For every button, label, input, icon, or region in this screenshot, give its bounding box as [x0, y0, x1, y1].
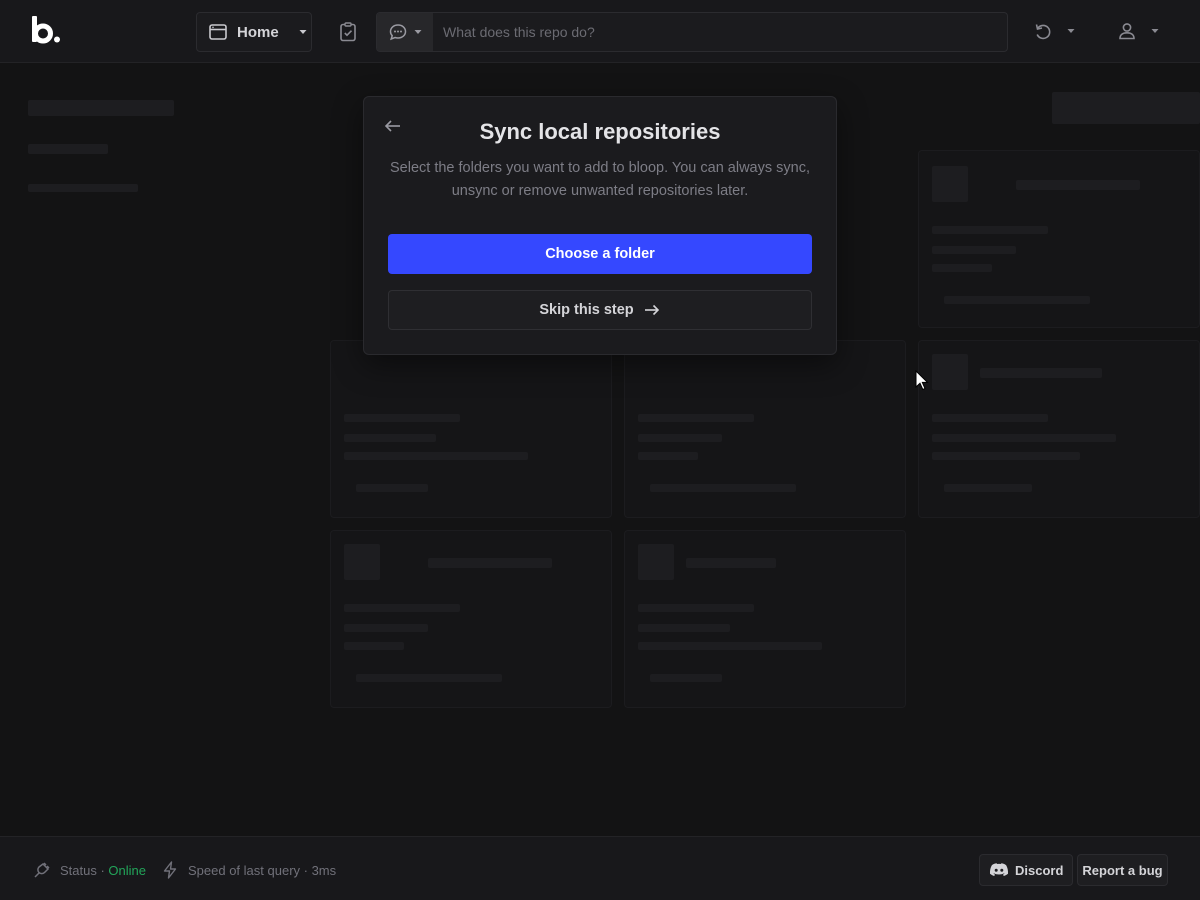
skeleton-bar — [1016, 180, 1140, 190]
skeleton-bar — [638, 434, 722, 442]
caret-down-icon — [413, 27, 423, 37]
plug-icon — [32, 860, 52, 880]
modal-description-line: unsync or remove unwanted repositories l… — [451, 183, 749, 199]
query-speed: Speed of last query · 3ms — [160, 860, 336, 880]
skeleton-bar — [650, 674, 722, 682]
skeleton-bar — [1052, 92, 1200, 124]
home-label: Home — [237, 23, 279, 41]
arrow-right-icon — [643, 301, 661, 319]
status-label: Status · Online — [60, 863, 146, 878]
query-speed-label: Speed of last query · 3ms — [188, 862, 337, 878]
skeleton-bar — [344, 434, 436, 442]
skeleton-bar — [932, 246, 1016, 254]
skeleton-bar — [638, 544, 674, 580]
report-bug-button[interactable]: Report a bug — [1077, 854, 1168, 886]
skeleton-bar — [686, 558, 776, 568]
skeleton-bar — [932, 414, 1048, 422]
discord-label: Discord — [1015, 862, 1064, 878]
skeleton-bar — [28, 100, 174, 116]
skeleton-bar — [638, 414, 754, 422]
skeleton-bar — [344, 604, 460, 612]
skeleton-bar — [944, 484, 1032, 492]
clipboard-check-icon[interactable] — [336, 20, 360, 44]
skeleton-bar — [932, 226, 1048, 234]
skeleton-bar — [932, 354, 968, 390]
status-bar: Status · Online Speed of last query · 3m… — [0, 836, 1200, 900]
bloop-logo[interactable] — [31, 14, 63, 46]
caret-down-icon — [1150, 26, 1160, 36]
discord-button[interactable]: Discord — [979, 854, 1074, 886]
modal-description-line: Select the folders you want to add to bl… — [390, 160, 810, 176]
chat-mode-toggle[interactable] — [377, 13, 433, 51]
modal-description: Select the folders you want to add to bl… — [388, 157, 812, 203]
skeleton-bar — [638, 604, 754, 612]
caret-down-icon — [298, 27, 308, 37]
skeleton-bar — [944, 296, 1090, 304]
home-dropdown[interactable]: Home — [196, 12, 312, 52]
sync-repositories-modal: Sync local repositories Select the folde… — [363, 96, 837, 355]
lightning-icon — [160, 860, 180, 880]
chat-bubble-icon — [388, 22, 408, 42]
skeleton-bar — [932, 434, 1116, 442]
modal-title: Sync local repositories — [479, 119, 721, 144]
skeleton-bar — [344, 624, 428, 632]
skip-step-label: Skip this step — [539, 302, 634, 318]
browser-window-icon — [208, 22, 228, 42]
top-bar: Home — [0, 0, 1200, 63]
skeleton-bar — [344, 452, 528, 460]
search-input[interactable] — [433, 13, 1007, 51]
skeleton-bar — [344, 544, 380, 580]
user-menu[interactable] — [1116, 20, 1160, 42]
discord-icon — [989, 862, 1009, 878]
skeleton-bar — [28, 184, 138, 192]
skeleton-bar — [28, 144, 108, 154]
skip-step-button[interactable]: Skip this step — [388, 290, 812, 330]
mouse-cursor-icon — [915, 370, 929, 392]
skeleton-bar — [932, 264, 992, 272]
connection-status: Status · Online — [32, 860, 146, 880]
skeleton-bar — [638, 452, 698, 460]
skeleton-bar — [344, 642, 404, 650]
skeleton-bar — [650, 484, 796, 492]
skeleton-bar — [932, 452, 1080, 460]
skeleton-bar — [428, 558, 552, 568]
skeleton-bar — [344, 414, 460, 422]
skeleton-bar — [980, 368, 1102, 378]
skeleton-bar — [932, 166, 968, 202]
choose-folder-button[interactable]: Choose a folder — [388, 234, 812, 274]
search-bar — [376, 12, 1008, 52]
skeleton-bar — [638, 642, 822, 650]
skeleton-bar — [638, 624, 730, 632]
status-online-badge: Online — [108, 862, 146, 878]
skeleton-bar — [356, 674, 502, 682]
caret-down-icon — [1066, 26, 1076, 36]
user-icon — [1116, 20, 1138, 42]
choose-folder-label: Choose a folder — [545, 246, 655, 262]
undo-icon — [1032, 20, 1054, 42]
report-bug-label: Report a bug — [1082, 862, 1163, 878]
status-text: Status · — [60, 862, 105, 878]
history-dropdown[interactable] — [1032, 20, 1076, 42]
skeleton-bar — [356, 484, 428, 492]
